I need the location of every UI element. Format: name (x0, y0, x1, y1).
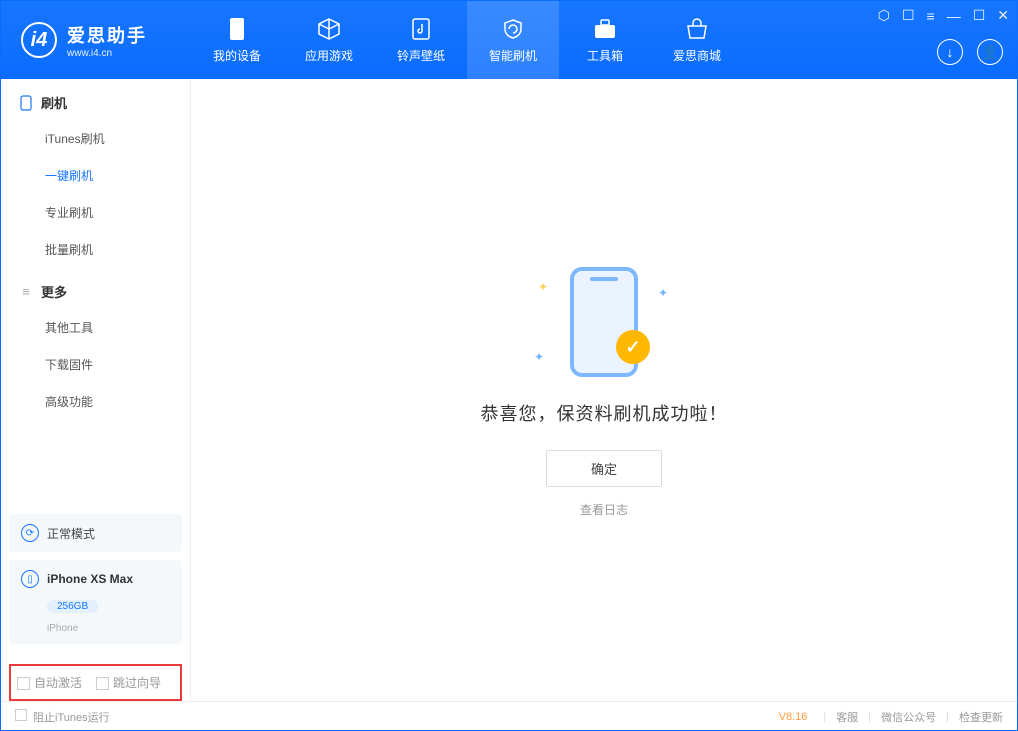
sidebar-section-flash: 刷机 (1, 79, 190, 120)
checkbox-skip-guide[interactable]: 跳过向导 (96, 674, 161, 691)
device-icon (225, 17, 249, 41)
check-badge-icon: ✓ (616, 330, 650, 364)
sidebar-item-batch-flash[interactable]: 批量刷机 (1, 231, 190, 268)
nav-tab-device[interactable]: 我的设备 (191, 1, 283, 79)
checkbox-auto-activate[interactable]: 自动激活 (17, 674, 82, 691)
sidebar: 刷机 iTunes刷机 一键刷机 专业刷机 批量刷机 ≡ 更多 其他工具 下载固… (1, 79, 191, 701)
logo: i4 爱思助手 www.i4.cn (1, 22, 191, 59)
footer-link-update[interactable]: 检查更新 (959, 709, 1003, 725)
nav-label: 爱思商城 (673, 47, 721, 64)
menu-icon[interactable]: ≡ (927, 8, 935, 24)
success-message: 恭喜您，保资料刷机成功啦！ (481, 400, 728, 426)
checkbox-block-itunes[interactable]: 阻止iTunes运行 (15, 709, 110, 725)
tshirt-icon[interactable]: ⬡ (878, 7, 890, 24)
footer-link-support[interactable]: 客服 (836, 709, 858, 725)
sidebar-item-itunes-flash[interactable]: iTunes刷机 (1, 120, 190, 157)
phone-outline-icon (19, 96, 33, 110)
window-controls: ⬡ ☐ ≡ — ☐ ✕ (878, 7, 1009, 24)
nav-tab-apps[interactable]: 应用游戏 (283, 1, 375, 79)
minimize-button[interactable]: — (947, 8, 961, 24)
phone-icon: ▯ (21, 570, 39, 588)
feedback-icon[interactable]: ☐ (902, 7, 915, 24)
mode-label: 正常模式 (47, 525, 95, 542)
store-icon (685, 17, 709, 41)
nav-tab-ringtones[interactable]: 铃声壁纸 (375, 1, 467, 79)
nav-label: 我的设备 (213, 47, 261, 64)
toolbox-icon (593, 17, 617, 41)
app-header: i4 爱思助手 www.i4.cn 我的设备 应用游戏 铃声壁纸 智能刷机 工具… (1, 1, 1017, 79)
app-subtitle: www.i4.cn (67, 48, 147, 59)
maximize-button[interactable]: ☐ (973, 7, 986, 24)
app-logo-icon: i4 (21, 22, 57, 58)
download-icon[interactable]: ↓ (937, 39, 963, 65)
nav-tab-toolbox[interactable]: 工具箱 (559, 1, 651, 79)
list-icon: ≡ (19, 285, 33, 299)
close-button[interactable]: ✕ (997, 7, 1009, 24)
nav-tab-store[interactable]: 爱思商城 (651, 1, 743, 79)
section-title: 更多 (41, 282, 67, 301)
header-action-icons: ↓ 👤 (937, 39, 1003, 65)
app-title: 爱思助手 (67, 22, 147, 48)
status-bar: 阻止iTunes运行 V8.16 | 客服 | 微信公众号 | 检查更新 (1, 701, 1017, 731)
view-log-link[interactable]: 查看日志 (580, 501, 628, 518)
nav-tab-flash[interactable]: 智能刷机 (467, 1, 559, 79)
music-icon (409, 17, 433, 41)
sparkle-icon: ✦ (534, 350, 544, 364)
options-highlight-box: 自动激活 跳过向导 (9, 664, 182, 701)
user-icon[interactable]: 👤 (977, 39, 1003, 65)
main-content: ✦ ✦ ✦ ✓ 恭喜您，保资料刷机成功啦！ 确定 查看日志 (191, 79, 1017, 701)
refresh-shield-icon (501, 17, 525, 41)
version-label: V8.16 (779, 711, 808, 723)
sparkle-icon: ✦ (538, 280, 548, 294)
nav-label: 铃声壁纸 (397, 47, 445, 64)
nav-tabs: 我的设备 应用游戏 铃声壁纸 智能刷机 工具箱 爱思商城 (191, 1, 743, 79)
device-info-block[interactable]: ▯ iPhone XS Max 256GB iPhone (9, 560, 182, 644)
nav-label: 应用游戏 (305, 47, 353, 64)
sidebar-item-download-firmware[interactable]: 下载固件 (1, 346, 190, 383)
sidebar-section-more: ≡ 更多 (1, 268, 190, 309)
cube-icon (317, 17, 341, 41)
footer-link-wechat[interactable]: 微信公众号 (881, 709, 936, 725)
mode-icon: ⟳ (21, 524, 39, 542)
nav-label: 智能刷机 (489, 47, 537, 64)
nav-label: 工具箱 (587, 47, 623, 64)
device-capacity: 256GB (47, 600, 98, 613)
device-name: iPhone XS Max (47, 572, 133, 586)
sparkle-icon: ✦ (658, 286, 668, 300)
sidebar-item-advanced[interactable]: 高级功能 (1, 383, 190, 420)
success-illustration: ✦ ✦ ✦ ✓ (534, 262, 674, 382)
sidebar-item-other-tools[interactable]: 其他工具 (1, 309, 190, 346)
sidebar-item-oneclick-flash[interactable]: 一键刷机 (1, 157, 190, 194)
sidebar-item-pro-flash[interactable]: 专业刷机 (1, 194, 190, 231)
section-title: 刷机 (41, 93, 67, 112)
device-mode-block[interactable]: ⟳ 正常模式 (9, 514, 182, 552)
ok-button[interactable]: 确定 (546, 450, 662, 487)
device-type: iPhone (47, 623, 78, 634)
